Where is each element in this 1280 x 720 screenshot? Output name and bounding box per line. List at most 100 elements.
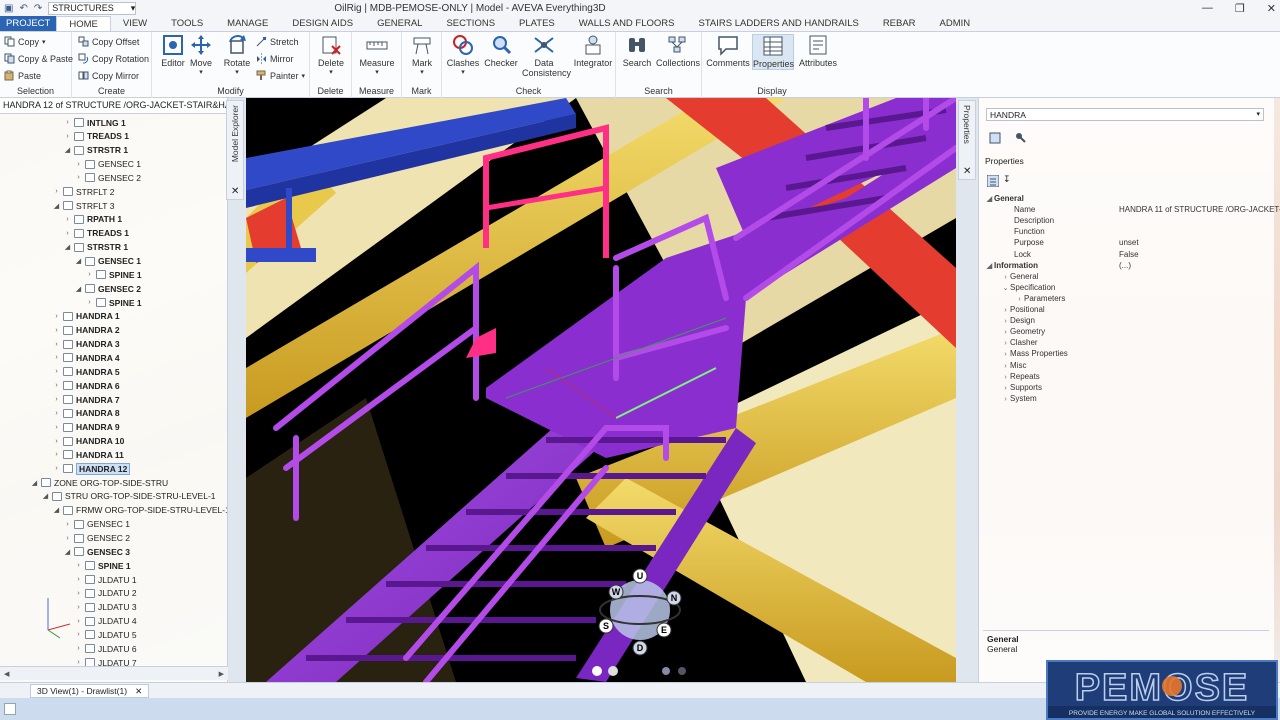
collapse-icon[interactable]: ◢	[74, 257, 83, 265]
close-icon[interactable]: ✕	[231, 186, 239, 197]
tree-node[interactable]: › INTLNG 1	[63, 116, 125, 129]
tree-node[interactable]: › HANDRA 1	[52, 310, 119, 323]
tree-node[interactable]: ◢ GENSEC 3	[63, 545, 130, 558]
tree-node[interactable]: › HANDRA 6	[52, 379, 119, 392]
property-row[interactable]: Lock	[1014, 250, 1031, 261]
collapse-icon[interactable]: ⌄	[1001, 284, 1010, 292]
element-selector[interactable]: HANDRA ▾	[986, 108, 1264, 121]
tree-node[interactable]: ◢ GENSEC 1	[74, 255, 141, 268]
expand-icon[interactable]: ›	[63, 535, 72, 542]
tree-node[interactable]: ◢ GENSEC 2	[74, 282, 141, 295]
tree-node[interactable]: › SPINE 1	[74, 559, 130, 572]
copy-paste-button[interactable]: Copy & Paste	[4, 53, 73, 64]
expand-icon[interactable]: ›	[52, 341, 61, 348]
expand-icon[interactable]: ›	[1001, 340, 1010, 347]
3d-view-tab[interactable]: 3D View(1) - Drawlist(1) ✕	[30, 684, 150, 698]
delete-button[interactable]: Delete ▾	[312, 34, 350, 76]
expand-icon[interactable]: ›	[52, 424, 61, 431]
property-row[interactable]: Name	[1014, 205, 1035, 216]
expand-icon[interactable]: ›	[63, 230, 72, 237]
expand-icon[interactable]: ›	[63, 119, 72, 126]
property-category[interactable]: ◢ Information	[985, 261, 1038, 272]
close-button[interactable]: ✕	[1267, 2, 1276, 15]
nav-dot-icon[interactable]	[662, 667, 670, 675]
property-row[interactable]: Purpose	[1014, 238, 1044, 249]
rotate-button[interactable]: Rotate ▾	[218, 34, 256, 76]
expand-icon[interactable]: ›	[52, 354, 61, 361]
tab-manage[interactable]: MANAGE	[215, 16, 280, 31]
tree-node[interactable]: ◢ STRSTR 1	[63, 144, 128, 157]
tab-tools[interactable]: TOOLS	[159, 16, 215, 31]
stretch-button[interactable]: Stretch	[256, 36, 299, 47]
expand-icon[interactable]: ›	[52, 438, 61, 445]
expand-icon[interactable]: ›	[85, 271, 94, 278]
tab-sections[interactable]: SECTIONS	[434, 16, 507, 31]
copy-rotation-button[interactable]: Copy Rotation	[78, 53, 149, 64]
comments-button[interactable]: Comments	[706, 34, 750, 68]
property-category[interactable]: › Clasher	[1001, 338, 1037, 349]
tab-home[interactable]: HOME	[56, 16, 111, 31]
property-value[interactable]: (...)	[1119, 261, 1131, 272]
copy-mirror-button[interactable]: Copy Mirror	[78, 70, 139, 81]
tree-node[interactable]: › TREADS 1	[63, 227, 129, 240]
expand-icon[interactable]: ›	[52, 327, 61, 334]
property-category[interactable]: › Geometry	[1001, 327, 1045, 338]
expand-icon[interactable]: ›	[85, 299, 94, 306]
tab-design-aids[interactable]: DESIGN AIDS	[280, 16, 365, 31]
data-consistency-button[interactable]: Data Consistency	[522, 34, 571, 78]
tab-view[interactable]: VIEW	[111, 16, 159, 31]
explorer-hscrollbar[interactable]: ◀ ▶	[0, 666, 228, 680]
property-value[interactable]: False	[1119, 250, 1139, 261]
tree-node[interactable]: › GENSEC 2	[74, 171, 141, 184]
expand-icon[interactable]: ›	[1001, 307, 1010, 314]
tree-node[interactable]: › HANDRA 11	[52, 448, 124, 461]
tree-node[interactable]: › STRFLT 2	[52, 185, 114, 198]
expand-icon[interactable]: ›	[52, 410, 61, 417]
expand-icon[interactable]: ›	[52, 313, 61, 320]
tree-node[interactable]: › HANDRA 12	[52, 462, 131, 475]
close-icon[interactable]: ✕	[135, 685, 142, 697]
properties-button[interactable]: Properties	[752, 34, 794, 70]
tree-node[interactable]: › JLDATU 2	[74, 587, 136, 600]
tree-node[interactable]: › JLDATU 1	[74, 573, 136, 586]
property-row[interactable]: Description	[1014, 216, 1054, 227]
property-category[interactable]: › Supports	[1001, 383, 1042, 394]
collapse-icon[interactable]: ◢	[52, 202, 61, 210]
nav-dot-icon[interactable]	[678, 667, 686, 675]
tree-node[interactable]: › HANDRA 9	[52, 421, 119, 434]
tree-node[interactable]: › JLDATU 5	[74, 628, 136, 641]
tree-node[interactable]: › SPINE 1	[85, 296, 141, 309]
mirror-button[interactable]: Mirror	[256, 53, 294, 64]
collapse-icon[interactable]: ◢	[985, 195, 994, 203]
property-category[interactable]: › Misc	[1001, 361, 1026, 372]
expand-icon[interactable]: ›	[1001, 329, 1010, 336]
property-row[interactable]: Function	[1014, 227, 1045, 238]
properties-tab[interactable]: Properties ✕	[958, 100, 976, 180]
expand-icon[interactable]: ›	[74, 645, 83, 652]
property-category[interactable]: › Parameters	[1015, 294, 1065, 305]
mark-button[interactable]: Mark ▾	[403, 34, 441, 76]
expand-icon[interactable]: ›	[74, 576, 83, 583]
tree-node[interactable]: › GENSEC 1	[74, 158, 141, 171]
tree-node[interactable]: › HANDRA 10	[52, 435, 124, 448]
expand-icon[interactable]: ›	[1001, 318, 1010, 325]
status-button[interactable]	[4, 703, 16, 715]
property-category[interactable]: › Mass Properties	[1001, 349, 1067, 360]
collections-button[interactable]: Collections	[656, 34, 700, 68]
tree-node[interactable]: ◢ STRSTR 1	[63, 241, 128, 254]
collapse-icon[interactable]: ◢	[52, 506, 61, 514]
tree-node[interactable]: › HANDRA 8	[52, 407, 119, 420]
tree-node[interactable]: ◢ FRMW ORG-TOP-SIDE-STRU-LEVEL-1	[52, 504, 227, 517]
tree-node[interactable]: › HANDRA 2	[52, 324, 119, 337]
property-category[interactable]: › Design	[1001, 316, 1035, 327]
tree-node[interactable]: › GENSEC 1	[63, 518, 130, 531]
expand-icon[interactable]: ›	[1001, 396, 1010, 403]
expand-icon[interactable]: ›	[1001, 374, 1010, 381]
collapse-icon[interactable]: ◢	[41, 492, 50, 500]
integrator-button[interactable]: Integrator	[572, 34, 614, 68]
sort-az-icon[interactable]: ↧	[1003, 174, 1011, 185]
tree-node[interactable]: ◢ STRU ORG-TOP-SIDE-STRU-LEVEL-1	[41, 490, 216, 503]
tree-node[interactable]: › RPATH 1	[63, 213, 122, 226]
property-category[interactable]: › System	[1001, 394, 1036, 405]
expand-icon[interactable]: ›	[74, 562, 83, 569]
